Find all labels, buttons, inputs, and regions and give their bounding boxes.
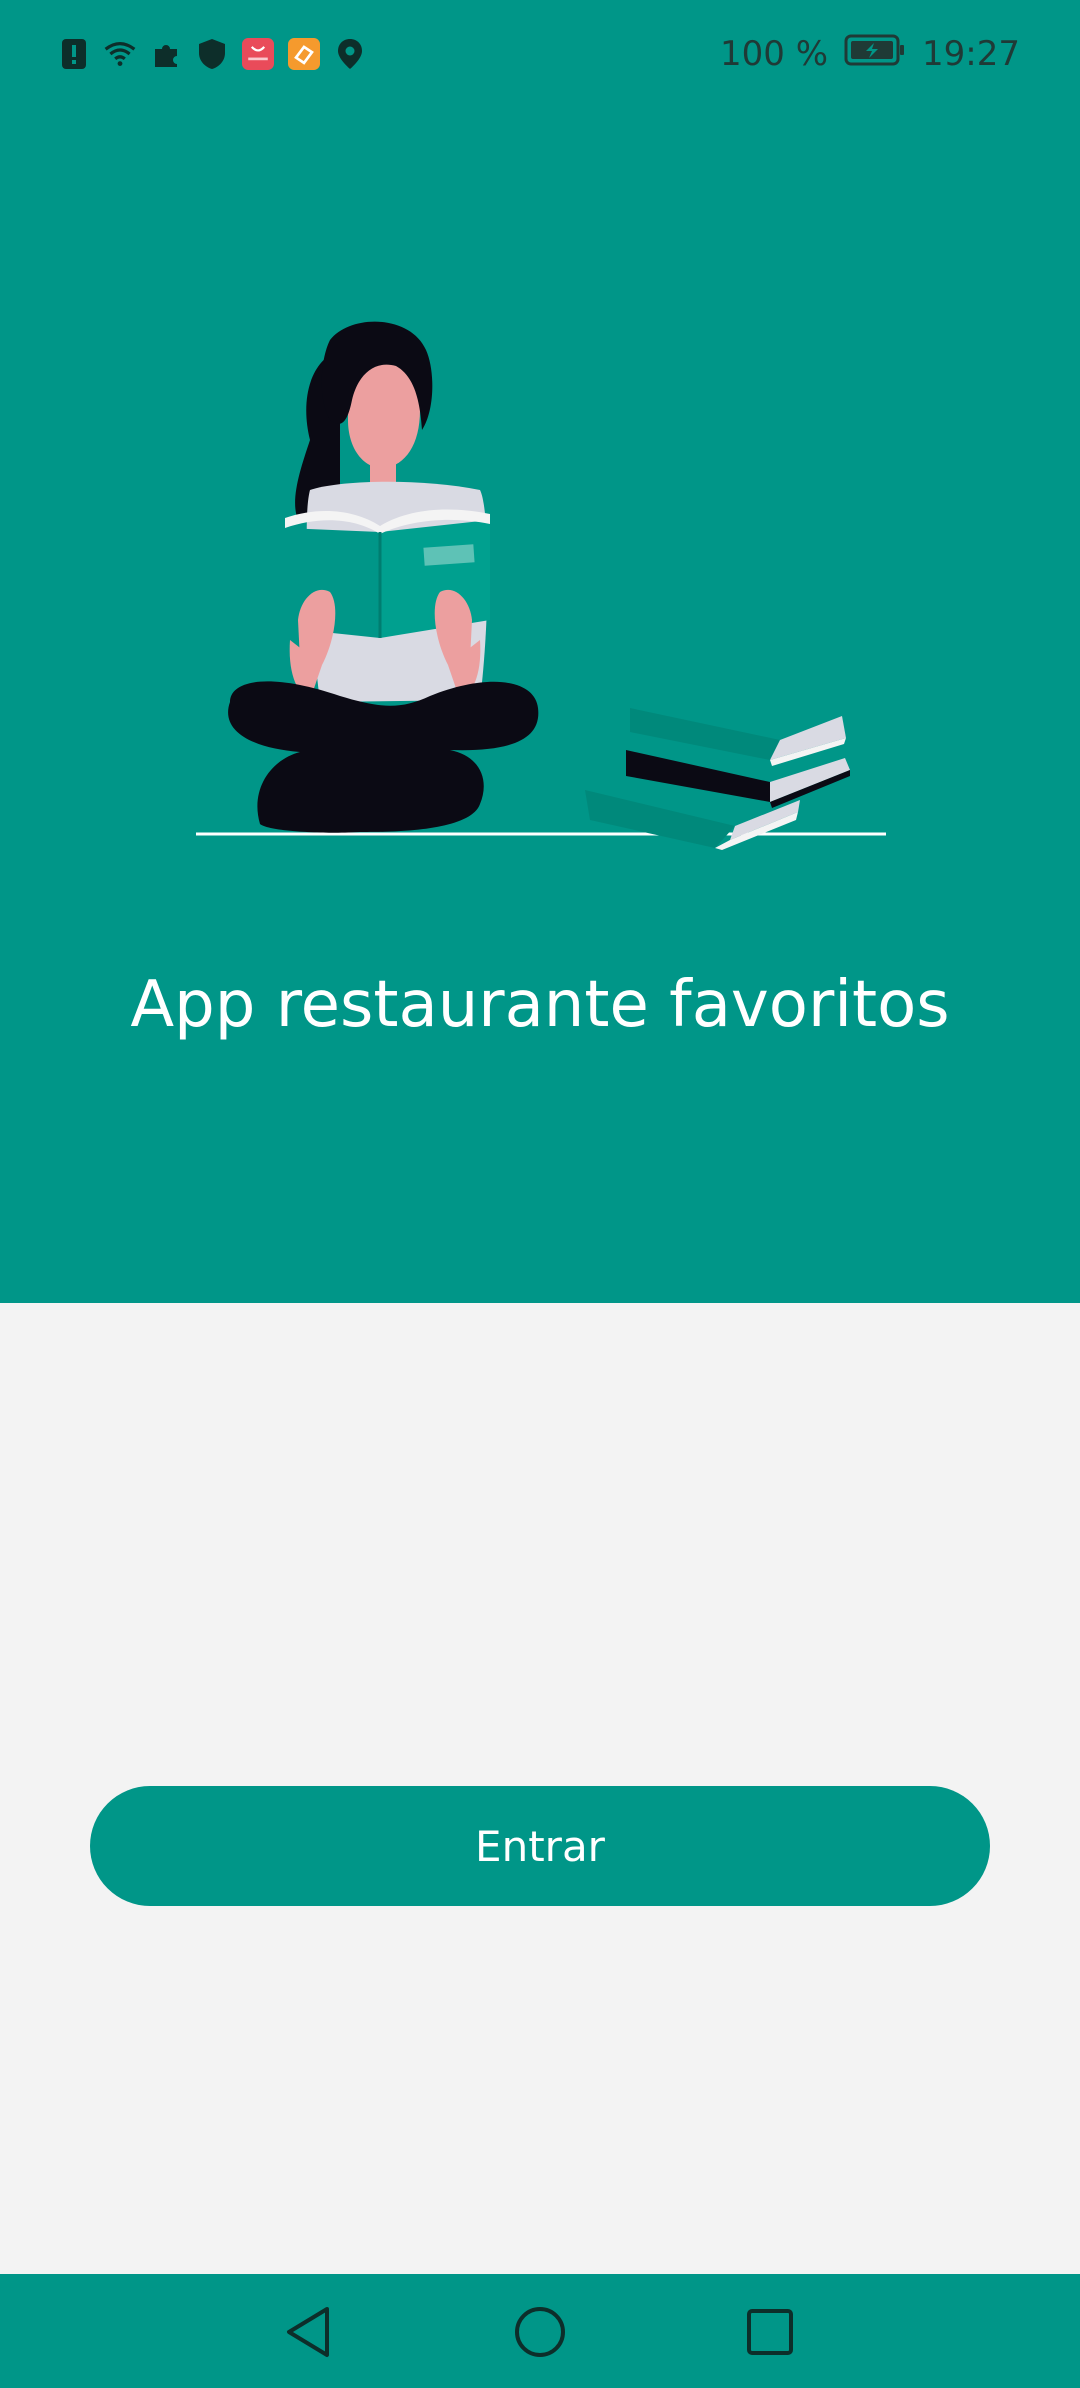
health-app-icon [288,38,320,70]
status-info-right: 100 % 19:27 [720,30,1020,78]
enter-button[interactable]: Entrar [90,1786,990,1906]
shield-icon [196,38,228,70]
back-icon[interactable] [278,2302,338,2362]
location-icon [334,38,366,70]
clock: 19:27 [922,34,1020,74]
status-bar: 100 % 19:27 [0,0,1080,110]
recents-icon[interactable] [740,2302,800,2362]
battery-icon [844,34,906,75]
huawei-store-icon [242,38,274,70]
alert-icon [58,38,90,70]
hero-section: 100 % 19:27 App restaurante favoritos [0,0,1080,1303]
puzzle-icon [150,38,182,70]
wifi-icon [104,38,136,70]
woman-reading-book-illustration [196,321,886,850]
battery-percent: 100 % [720,34,829,74]
app-title: App restaurante favoritos [130,968,950,1042]
status-icons-left [58,34,366,74]
navigation-bar [0,2274,1080,2388]
home-icon[interactable] [510,2302,570,2362]
